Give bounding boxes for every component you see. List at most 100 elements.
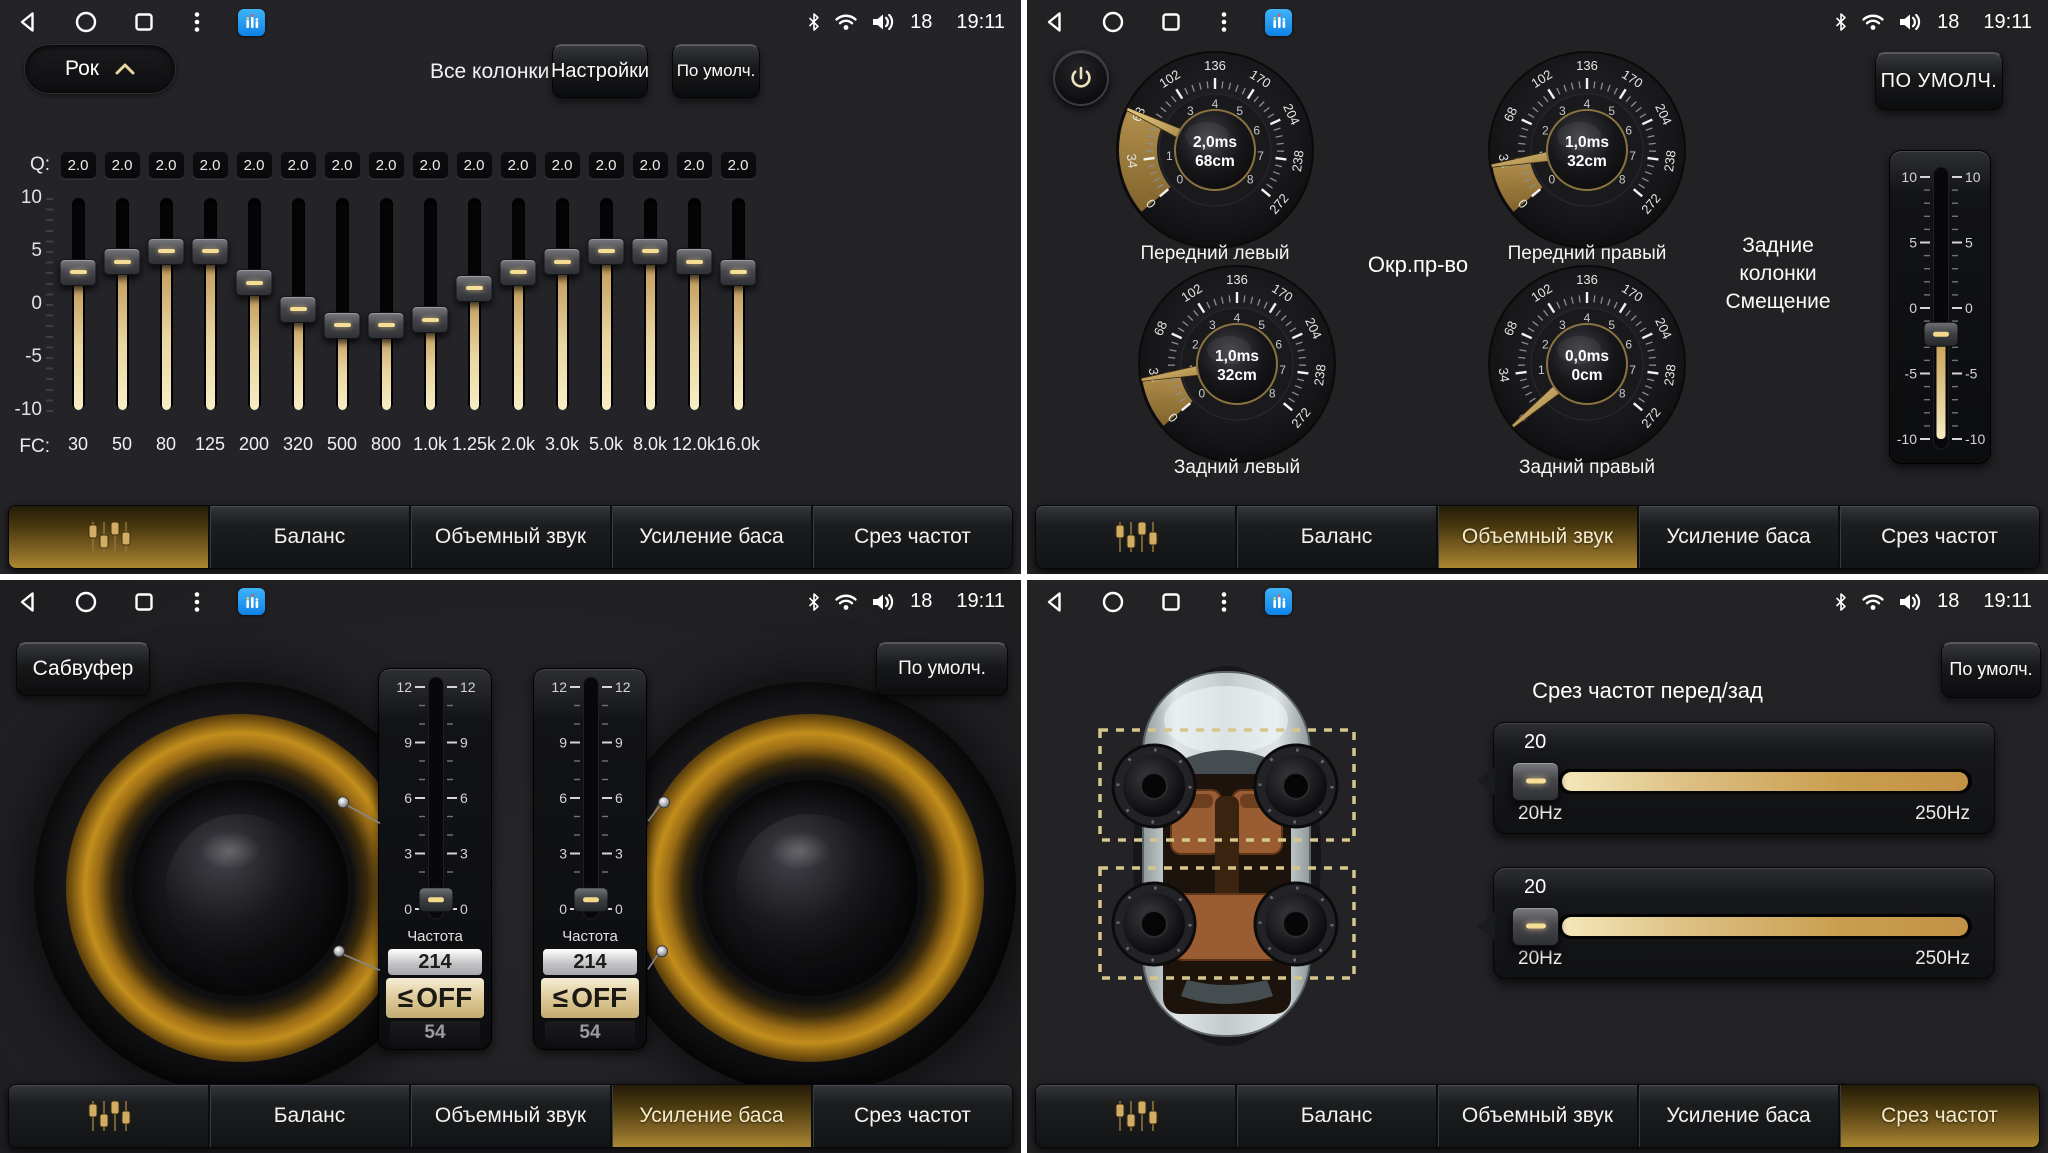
equalizer-app-icon[interactable] [238,9,265,36]
subwoofer-button[interactable]: Сабвуфер [16,642,150,696]
recents-button[interactable] [1159,10,1183,34]
tab-crossover[interactable]: Срез частот [811,1085,1012,1147]
tab-crossover[interactable]: Срез частот [1838,1085,2039,1147]
eq-slider-knob[interactable] [280,296,317,323]
eq-slider-knob[interactable] [632,238,669,265]
menu-dots-icon[interactable] [1217,10,1231,34]
q-value[interactable]: 2.0 [192,151,229,179]
back-button[interactable] [16,590,40,614]
eq-slider-knob[interactable] [236,269,273,296]
home-button[interactable] [1101,590,1125,614]
picker-selected-value[interactable]: ≤OFF [541,978,639,1018]
q-value[interactable]: 2.0 [720,151,757,179]
eq-slider[interactable] [644,198,657,410]
recents-button[interactable] [132,590,156,614]
picker-selected-value[interactable]: ≤OFF [386,978,484,1018]
q-value[interactable]: 2.0 [412,151,449,179]
eq-slider-knob[interactable] [456,275,493,302]
tab-bass-boost[interactable]: Усиление баса [1637,1085,1838,1147]
eq-slider[interactable] [160,198,173,410]
eq-slider[interactable] [424,198,437,410]
q-value[interactable]: 2.0 [236,151,273,179]
delay-knob-front-left[interactable]: 034681021361702042382720123456782,0ms68c… [1115,48,1315,265]
equalizer-app-icon[interactable] [1265,588,1292,615]
tab-bass-boost[interactable]: Усиление баса [1637,506,1838,568]
back-button[interactable] [1043,10,1067,34]
eq-slider-knob[interactable] [104,248,141,275]
q-value[interactable]: 2.0 [280,151,317,179]
q-value[interactable]: 2.0 [148,151,185,179]
eq-slider-knob[interactable] [368,312,405,339]
eq-slider-knob[interactable] [544,248,581,275]
preset-dropdown[interactable]: Рок [24,44,176,94]
eq-slider[interactable] [512,198,525,410]
eq-slider[interactable] [380,198,393,410]
eq-slider-knob[interactable] [500,259,537,286]
tab-crossover[interactable]: Срез частот [811,506,1012,568]
eq-slider-knob[interactable] [324,312,361,339]
tab-equalizer[interactable] [9,1085,208,1147]
delay-knob-front-right[interactable]: 034681021361702042382720123456781,0ms32c… [1487,48,1687,265]
picker-prev-value[interactable]: 214 [543,949,637,975]
eq-slider-knob[interactable] [676,248,713,275]
menu-dots-icon[interactable] [1217,590,1231,614]
eq-slider[interactable] [688,198,701,410]
eq-slider-knob[interactable] [60,259,97,286]
home-button[interactable] [74,590,98,614]
tab-equalizer[interactable] [1036,506,1235,568]
q-value[interactable]: 2.0 [368,151,405,179]
q-value[interactable]: 2.0 [676,151,713,179]
q-value[interactable]: 2.0 [500,151,537,179]
tab-balance[interactable]: Баланс [1235,506,1436,568]
eq-slider[interactable] [204,198,217,410]
tab-equalizer[interactable] [1036,1085,1235,1147]
eq-slider-knob[interactable] [148,238,185,265]
eq-slider-knob[interactable] [720,259,757,286]
picker-prev-value[interactable]: 214 [388,949,482,975]
crossover-slider[interactable] [1558,769,1972,794]
settings-button[interactable]: Настройки [552,44,648,98]
eq-slider-knob[interactable] [192,238,229,265]
eq-slider[interactable] [600,198,613,410]
q-value[interactable]: 2.0 [324,151,361,179]
tab-bass-boost[interactable]: Усиление баса [610,506,811,568]
tab-equalizer[interactable] [9,506,208,568]
eq-slider-knob[interactable] [588,238,625,265]
home-button[interactable] [1101,10,1125,34]
tab-balance[interactable]: Баланс [1235,1085,1436,1147]
crossover-slider-knob[interactable] [1512,907,1559,946]
tab-surround[interactable]: Объемный звук [1436,506,1637,568]
crossover-panel-front[interactable]: 2020Hz250Hz [1493,722,1995,834]
delay-knob-rear-right[interactable]: 034681021361702042382720123456780,0ms0cm… [1487,262,1687,479]
q-value[interactable]: 2.0 [588,151,625,179]
eq-slider[interactable] [292,198,305,410]
eq-slider[interactable] [556,198,569,410]
menu-dots-icon[interactable] [190,10,204,34]
q-value[interactable]: 2.0 [104,151,141,179]
delay-knob-rear-left[interactable]: 034681021361702042382720123456781,0ms32c… [1137,262,1337,479]
q-value[interactable]: 2.0 [632,151,669,179]
bass-boost-panel-left[interactable]: 121299663300Частота214≤OFF54 [378,668,492,1050]
default-button[interactable]: По умолч. [876,642,1008,696]
car-top-view[interactable] [1061,644,1365,1064]
default-button[interactable]: По умолч. [672,44,760,98]
q-value[interactable]: 2.0 [544,151,581,179]
tab-balance[interactable]: Баланс [208,1085,409,1147]
q-value[interactable]: 2.0 [456,151,493,179]
default-button[interactable]: ПО УМОЛЧ. [1875,52,2003,110]
picker-next-value[interactable]: 54 [545,1021,635,1045]
equalizer-app-icon[interactable] [1265,9,1292,36]
crossover-panel-rear[interactable]: 2020Hz250Hz [1493,867,1995,979]
eq-slider[interactable] [116,198,129,410]
equalizer-app-icon[interactable] [238,588,265,615]
back-button[interactable] [16,10,40,34]
picker-next-value[interactable]: 54 [390,1021,480,1045]
home-button[interactable] [74,10,98,34]
tab-bass-boost[interactable]: Усиление баса [610,1085,811,1147]
recents-button[interactable] [1159,590,1183,614]
recents-button[interactable] [132,10,156,34]
q-value[interactable]: 2.0 [60,151,97,179]
eq-slider[interactable] [248,198,261,410]
tab-surround[interactable]: Объемный звук [409,506,610,568]
tab-crossover[interactable]: Срез частот [1838,506,2039,568]
